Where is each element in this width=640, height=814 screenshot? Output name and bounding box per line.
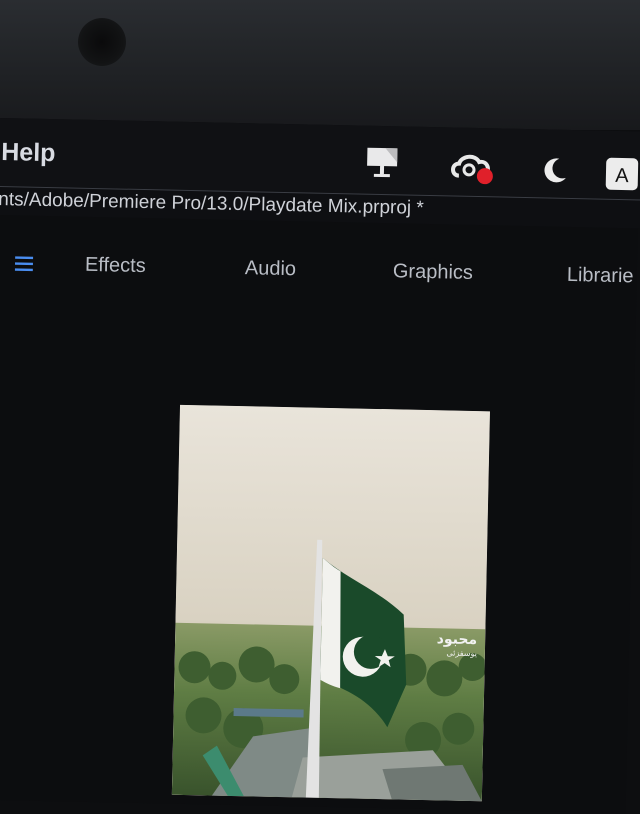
program-monitor[interactable]: محبود یوسفزئی xyxy=(171,404,490,802)
menu-help[interactable]: Help xyxy=(1,138,56,168)
sync-badge xyxy=(476,168,493,185)
tab-graphics[interactable]: Graphics xyxy=(393,260,473,285)
night-mode-icon[interactable] xyxy=(539,155,570,191)
workspace-bar: Effects Audio Graphics Librarie xyxy=(0,248,640,302)
display-icon[interactable] xyxy=(361,144,404,186)
watermark-line2: یوسفزئی xyxy=(446,648,477,659)
tab-effects[interactable]: Effects xyxy=(85,254,146,278)
input-source-label: A xyxy=(615,165,629,187)
watermark-line1: محبود xyxy=(436,631,478,649)
watermark: محبود یوسفزئی xyxy=(436,631,478,661)
screen: Help A nts/Adobe/Premiere Pro/13.0/Playd… xyxy=(0,118,640,814)
tab-audio[interactable]: Audio xyxy=(245,257,297,281)
laptop-bezel xyxy=(0,0,640,130)
project-path: nts/Adobe/Premiere Pro/13.0/Playdate Mix… xyxy=(0,188,425,219)
hamburger-icon[interactable] xyxy=(14,254,35,277)
tab-libraries[interactable]: Librarie xyxy=(567,264,634,288)
flag-video-frame xyxy=(171,404,490,802)
camera-icon xyxy=(78,18,126,66)
creative-cloud-sync-icon[interactable] xyxy=(449,149,498,191)
input-source-icon[interactable]: A xyxy=(605,157,640,197)
